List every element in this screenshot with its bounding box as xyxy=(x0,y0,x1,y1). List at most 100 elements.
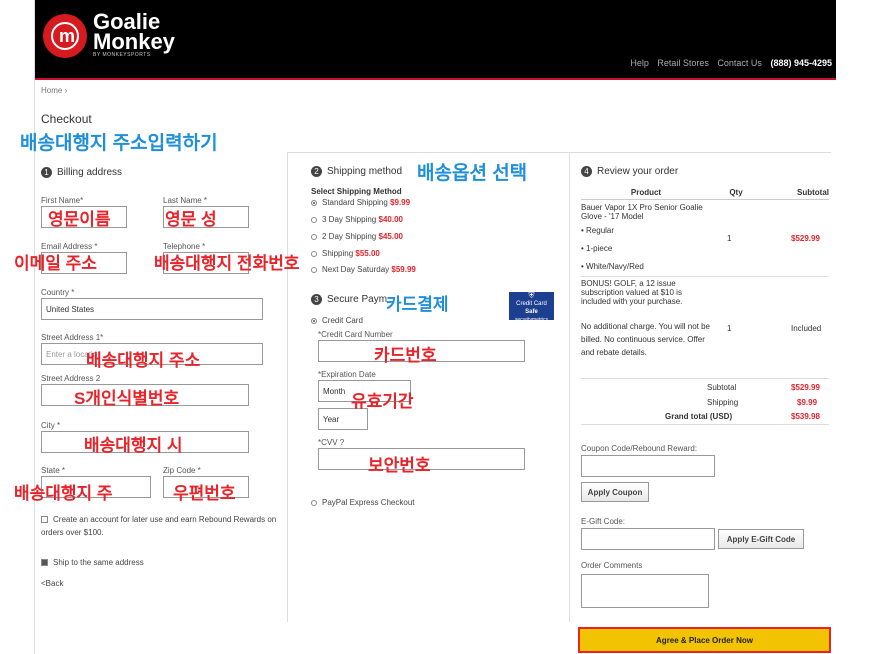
logo-text-line2[interactable]: Monkey xyxy=(93,31,175,53)
annotation-cvv: 보안번호 xyxy=(368,456,431,475)
shipping-option-3-price: $55.00 xyxy=(355,249,380,258)
shipping-option-4[interactable]: Next Day Saturday $59.99 xyxy=(311,265,416,274)
shipping-total-value: $9.99 xyxy=(797,398,818,407)
left-margin xyxy=(0,0,34,654)
item1-subtotal: $529.99 xyxy=(791,234,820,243)
create-account-label: Create an account for later use and earn… xyxy=(41,515,277,537)
shipping-option-1[interactable]: 3 Day Shipping $40.00 xyxy=(311,215,403,224)
grand-divider xyxy=(581,424,829,425)
shipping-option-4-label: Next Day Saturday xyxy=(322,265,390,274)
security-badge: ⛨ Credit Card Safe securitymetrics xyxy=(509,291,554,323)
item1-opt2-text: 1-piece xyxy=(586,244,613,253)
step-1-badge: 1 xyxy=(41,167,52,178)
badge-line2: Safe xyxy=(525,309,538,315)
shipping-option-3[interactable]: Shipping $55.00 xyxy=(311,249,380,258)
annotation-card-payment: 카드결제 xyxy=(386,295,449,314)
ship-same-label: Ship to the same address xyxy=(53,558,144,567)
shipping-subtitle: Select Shipping Method xyxy=(311,187,402,196)
shipping-option-2-label: 2 Day Shipping xyxy=(322,232,377,241)
ship-same-checkbox[interactable] xyxy=(41,559,48,567)
card-number-label: *Credit Card Number xyxy=(318,330,393,339)
step-3-badge: 3 xyxy=(311,294,322,305)
shield-icon: ⛨ xyxy=(528,291,535,300)
checkout-page: m Goalie Monkey BY MONKEYSPORTS Help Ret… xyxy=(34,0,836,654)
annotation-zip: 우편번호 xyxy=(173,484,236,503)
shipping-option-4-price: $59.99 xyxy=(391,265,416,274)
logo-icon[interactable]: m xyxy=(43,14,87,58)
payment-header: 3 Secure Paym xyxy=(311,294,387,305)
col-product: Product xyxy=(581,186,711,200)
review-header: 4 Review your order xyxy=(581,166,678,177)
back-link[interactable]: <Back xyxy=(41,579,63,588)
review-table: Product Qty Subtotal xyxy=(581,186,829,200)
shipping-option-2[interactable]: 2 Day Shipping $45.00 xyxy=(311,232,403,241)
billing-title: Billing address xyxy=(57,167,123,179)
shipping-radio-3[interactable] xyxy=(311,250,317,257)
top-divider xyxy=(287,152,831,153)
item1-option-1: • Regular xyxy=(581,226,615,235)
item1-name: Bauer Vapor 1X Pro Senior Goalie Glove -… xyxy=(581,203,703,221)
city-label: City * xyxy=(41,421,61,430)
comments-label: Order Comments xyxy=(581,561,643,570)
credit-card-option[interactable]: Credit Card xyxy=(311,316,363,325)
shipping-option-1-label: 3 Day Shipping xyxy=(322,215,377,224)
year-value: Year xyxy=(323,414,340,424)
create-account-checkbox[interactable] xyxy=(41,516,48,524)
paypal-label: PayPal Express Checkout xyxy=(322,498,415,507)
shipping-radio-1[interactable] xyxy=(311,216,317,223)
col-qty: Qty xyxy=(711,186,761,200)
paypal-option[interactable]: PayPal Express Checkout xyxy=(311,498,415,507)
shipping-option-0[interactable]: Standard Shipping $9.99 xyxy=(311,198,410,207)
coupon-input[interactable] xyxy=(581,455,715,477)
place-order-button[interactable]: Agree & Place Order Now xyxy=(578,627,831,653)
item1-option-2: • 1-piece xyxy=(581,244,613,253)
item2-qty: 1 xyxy=(727,324,732,333)
apply-egift-button[interactable]: Apply E-Gift Code xyxy=(718,529,804,549)
nav-help[interactable]: Help xyxy=(630,58,649,68)
item1-opt3-text: White/Navy/Red xyxy=(586,262,644,271)
shipping-option-3-label: Shipping xyxy=(322,249,354,258)
payment-title: Secure Paym xyxy=(327,294,388,306)
coupon-label: Coupon Code/Rebound Reward: xyxy=(581,444,698,453)
annotation-state: 배송대행지 주 xyxy=(14,484,113,503)
expiration-label: *Expiration Date xyxy=(318,370,376,379)
apply-coupon-button[interactable]: Apply Coupon xyxy=(581,482,649,502)
annotation-email: 이메일 주소 xyxy=(14,254,97,273)
nav-retail-stores[interactable]: Retail Stores xyxy=(657,58,709,68)
street2-label: Street Address 2 xyxy=(41,374,101,383)
column-divider-1 xyxy=(287,152,288,622)
item2-subtotal: Included xyxy=(791,324,822,333)
zip-label: Zip Code * xyxy=(163,466,201,475)
grand-total-label: Grand total (USD) xyxy=(665,412,733,421)
item1-option-3: • White/Navy/Red xyxy=(581,262,644,271)
shipping-radio-2[interactable] xyxy=(311,233,317,240)
page-title: Checkout xyxy=(41,112,92,126)
shipping-option-0-label: Standard Shipping xyxy=(322,198,388,207)
shipping-radio-0[interactable] xyxy=(311,199,317,206)
nav-contact-us[interactable]: Contact Us xyxy=(717,58,762,68)
right-margin xyxy=(835,0,870,654)
annotation-card-number: 카드번호 xyxy=(374,346,437,365)
country-select[interactable]: United States xyxy=(41,298,263,320)
credit-card-label: Credit Card xyxy=(322,316,363,325)
annotation-expiry: 유효기간 xyxy=(351,392,414,411)
country-label: Country * xyxy=(41,288,75,297)
credit-card-radio[interactable] xyxy=(311,317,317,324)
breadcrumb[interactable]: Home › xyxy=(41,86,67,95)
ship-same-option[interactable]: Ship to the same address xyxy=(41,558,144,567)
column-divider-2 xyxy=(569,152,570,622)
nav-phone[interactable]: (888) 945-4295 xyxy=(770,58,832,68)
create-account-option[interactable]: Create an account for later use and earn… xyxy=(41,513,281,539)
shipping-radio-4[interactable] xyxy=(311,266,317,273)
paypal-radio[interactable] xyxy=(311,499,317,506)
logo-subtitle: BY MONKEYSPORTS xyxy=(93,52,151,58)
col-subtotal: Subtotal xyxy=(761,186,829,200)
egift-input[interactable] xyxy=(581,528,715,550)
badge-line1: Credit Card xyxy=(516,301,547,307)
order-comments-textarea[interactable] xyxy=(581,574,709,608)
annotation-first-name: 영문이름 xyxy=(48,210,111,229)
step-4-badge: 4 xyxy=(581,166,592,177)
annotation-phone: 배송대행지 전화번호 xyxy=(154,254,300,273)
step-2-badge: 2 xyxy=(311,166,322,177)
country-value: United States xyxy=(46,304,95,314)
